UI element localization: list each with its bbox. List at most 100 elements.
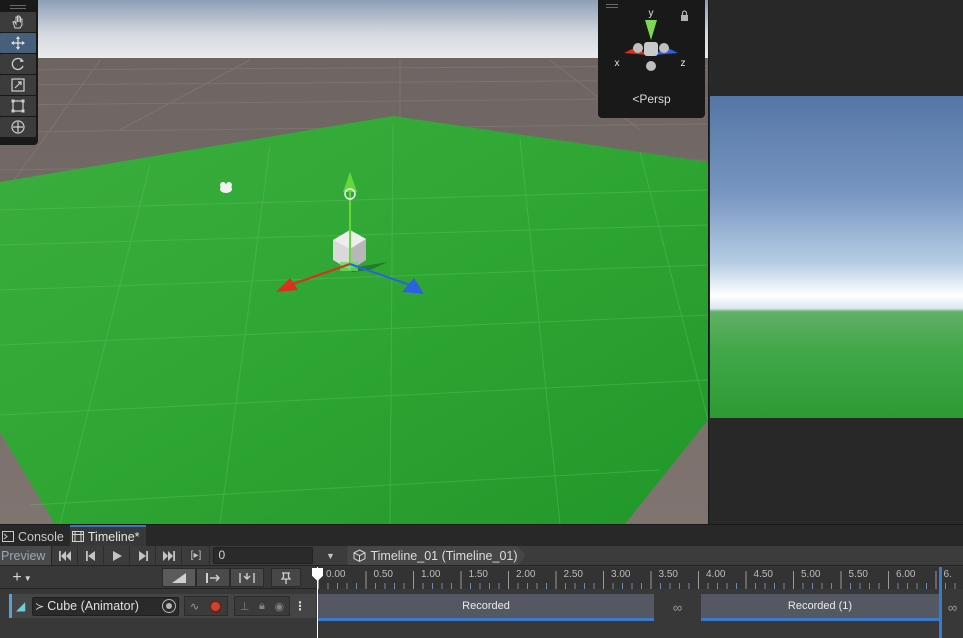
rotate-icon bbox=[11, 57, 24, 71]
hand-tool[interactable] bbox=[0, 12, 36, 32]
transform-tool[interactable] bbox=[0, 117, 36, 137]
record-group: ∿ bbox=[184, 596, 228, 616]
chevron-down-icon[interactable]: ▼ bbox=[319, 551, 341, 561]
more-options-icon[interactable]: ⋮ bbox=[294, 599, 306, 613]
tab-label: Timeline* bbox=[87, 529, 140, 544]
track-row[interactable]: ◢ ≻ Cube (Animator) ∿ ⊥ 🔒︎ ◉ ⋮ Recorded … bbox=[0, 590, 963, 622]
ruler-label: 5.50 bbox=[848, 569, 868, 580]
game-view[interactable] bbox=[710, 96, 963, 418]
clip-recorded[interactable]: Recorded bbox=[318, 594, 654, 621]
ruler-label: 5.00 bbox=[801, 569, 821, 580]
clip-label: Recorded (1) bbox=[787, 600, 853, 612]
axis-cone-icon[interactable]: y x z bbox=[598, 0, 705, 90]
game-view-panel bbox=[708, 0, 963, 524]
plus-icon: + bbox=[12, 569, 22, 586]
eye-icon[interactable]: ◉ bbox=[275, 600, 285, 613]
ruler-label: 1.00 bbox=[421, 569, 441, 580]
play-button[interactable] bbox=[104, 546, 131, 565]
rect-tool[interactable] bbox=[0, 96, 36, 116]
track-options-group: ⊥ 🔒︎ ◉ bbox=[234, 596, 290, 616]
blend-area-end[interactable]: ∞ bbox=[942, 594, 963, 621]
tab-timeline[interactable]: Timeline* bbox=[69, 525, 146, 546]
clip-label: Recorded bbox=[462, 600, 510, 612]
pin-button[interactable] bbox=[271, 568, 301, 587]
goto-end-button[interactable] bbox=[156, 546, 183, 565]
edit-mode-group bbox=[162, 568, 264, 587]
loop-icon: ∞ bbox=[672, 600, 683, 615]
ruler-label: 1.50 bbox=[468, 569, 488, 580]
track-binding-field[interactable]: ≻ Cube (Animator) bbox=[32, 596, 179, 616]
rotate-tool[interactable] bbox=[0, 54, 36, 74]
curves-icon[interactable]: ∿ bbox=[190, 600, 199, 613]
object-picker-icon[interactable] bbox=[162, 599, 176, 613]
record-button[interactable] bbox=[209, 599, 223, 613]
chevron-down-icon: ▼ bbox=[23, 573, 32, 583]
ruler-label: 6. bbox=[943, 569, 952, 580]
track-header[interactable]: ◢ ≻ Cube (Animator) ∿ ⊥ 🔒︎ ◉ ⋮ bbox=[9, 594, 316, 618]
time-ruler[interactable]: 0.00 0.50 1.00 1.50 2.00 2.50 3.00 3.50 4.00 4.50… bbox=[318, 567, 963, 589]
move-icon bbox=[11, 36, 25, 50]
skip-start-icon bbox=[58, 550, 71, 561]
projection-label: Persp bbox=[639, 92, 671, 106]
scale-icon bbox=[11, 78, 25, 92]
scale-tool[interactable] bbox=[0, 75, 36, 95]
mix-mode-button[interactable] bbox=[162, 568, 196, 587]
replace-mode-button[interactable] bbox=[230, 568, 264, 587]
prev-frame-button[interactable] bbox=[78, 546, 105, 565]
track-binding-label: Cube (Animator) bbox=[47, 599, 139, 613]
ruler-label: 3.50 bbox=[658, 569, 678, 580]
ruler-label: 2.50 bbox=[563, 569, 583, 580]
gizmo-label-y: y bbox=[649, 8, 654, 19]
ruler-label: 4.00 bbox=[706, 569, 726, 580]
breadcrumb-asset: Timeline_01 (Timeline_01) bbox=[370, 548, 518, 563]
lock-icon[interactable] bbox=[681, 10, 688, 21]
projection-toggle[interactable]: <Persp bbox=[598, 92, 705, 106]
transform-icon bbox=[11, 120, 25, 134]
ruler-label: 3.00 bbox=[611, 569, 631, 580]
pin-icon[interactable]: ⊥ bbox=[240, 600, 250, 613]
replace-icon bbox=[239, 572, 255, 583]
tab-label: Console bbox=[18, 529, 64, 544]
timeline-icon bbox=[71, 531, 84, 542]
preview-button[interactable]: Preview bbox=[0, 546, 53, 565]
ruler-label: 0.50 bbox=[373, 569, 393, 580]
gizmo-label-x: x bbox=[615, 58, 620, 69]
prefab-cube-icon bbox=[353, 549, 366, 562]
frame-field[interactable]: 0 bbox=[213, 547, 314, 564]
orientation-gizmo[interactable]: y x z <Persp bbox=[598, 0, 705, 118]
tab-console[interactable]: Console bbox=[0, 525, 70, 546]
play-range-button[interactable]: [▸] bbox=[182, 546, 211, 565]
add-track-button[interactable]: + ▼ bbox=[0, 567, 44, 589]
timeline-end-marker[interactable] bbox=[939, 567, 942, 638]
ripple-mode-button[interactable] bbox=[196, 568, 230, 587]
clip-recorded-1[interactable]: Recorded (1) bbox=[701, 594, 939, 621]
move-tool[interactable] bbox=[0, 33, 36, 53]
timeline-window: Console Timeline* Preview [▸] 0 ▼ Timeli… bbox=[0, 524, 963, 638]
rect-icon bbox=[11, 99, 25, 113]
ruler-label: 4.50 bbox=[753, 569, 773, 580]
animation-track-icon: ◢ bbox=[16, 599, 26, 613]
ruler-label: 0.00 bbox=[326, 569, 346, 580]
prev-frame-icon bbox=[85, 550, 95, 561]
next-frame-button[interactable] bbox=[130, 546, 157, 565]
loop-icon: ∞ bbox=[947, 600, 958, 615]
play-icon bbox=[112, 550, 122, 561]
track-toolbar-row: + ▼ 0.00 0.50 1.00 1.50 2.00 2.50 3.00 3.50 4.00 4… bbox=[0, 567, 963, 589]
breadcrumb[interactable]: Timeline_01 (Timeline_01) bbox=[347, 546, 525, 565]
console-icon bbox=[2, 531, 14, 542]
next-frame-icon bbox=[138, 550, 148, 561]
skip-end-icon bbox=[162, 550, 175, 561]
animator-icon: ≻ bbox=[35, 600, 45, 613]
blend-area[interactable]: ∞ bbox=[654, 594, 701, 621]
lock-icon[interactable]: 🔒︎ bbox=[259, 600, 265, 613]
unity-editor: y x z <Persp Console Timeline* Preview [… bbox=[0, 0, 963, 638]
goto-start-button[interactable] bbox=[52, 546, 79, 565]
hand-icon bbox=[12, 15, 23, 29]
mix-icon bbox=[172, 572, 186, 583]
gizmo-label-z: z bbox=[681, 58, 686, 69]
tool-palette-grip[interactable] bbox=[0, 2, 36, 12]
tool-palette bbox=[0, 0, 38, 145]
ruler-label: 6.00 bbox=[896, 569, 916, 580]
scene-view[interactable]: y x z <Persp bbox=[0, 0, 708, 524]
tab-bar: Console Timeline* bbox=[0, 525, 963, 546]
